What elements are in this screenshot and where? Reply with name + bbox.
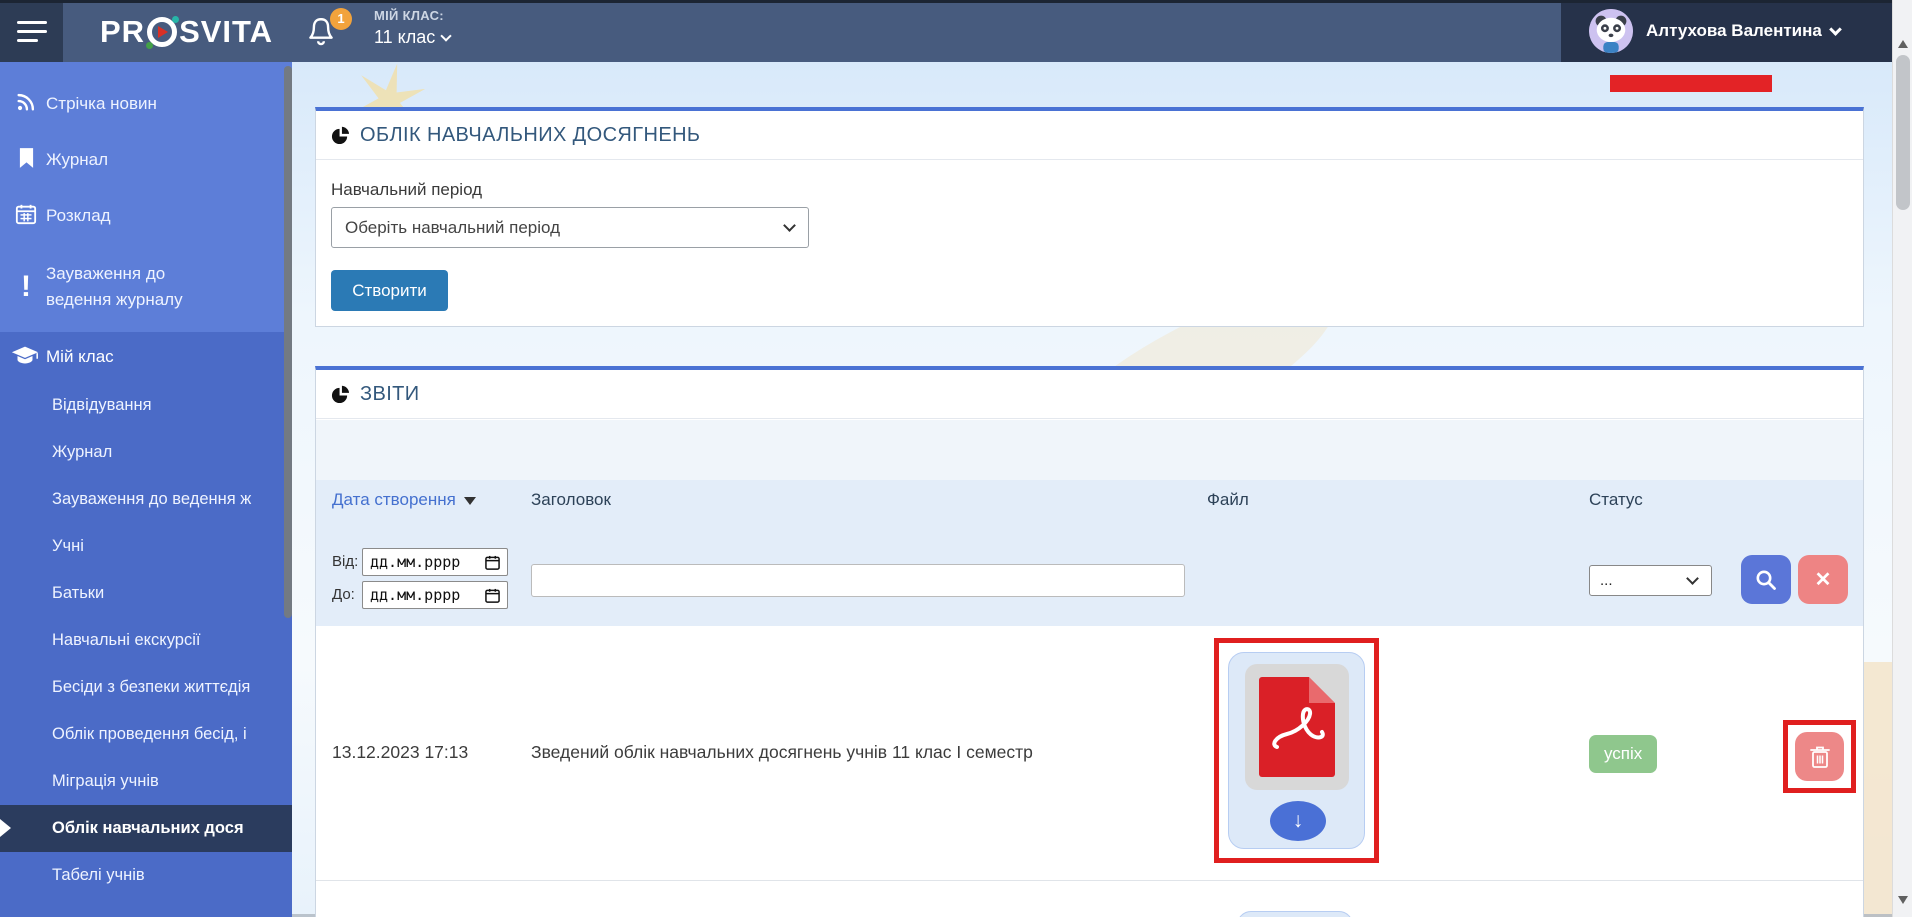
delete-button[interactable]	[1795, 732, 1844, 781]
sidebar-item-news-feed[interactable]: Стрічка новин	[0, 76, 292, 132]
sidebar-item-journal-remarks[interactable]: ! Зауваження до ведення журналу	[0, 244, 292, 330]
exclamation-icon: !	[13, 270, 39, 304]
table-header-area: Дата створення Заголовок Файл Статус Від…	[316, 480, 1863, 626]
chevron-down-icon	[1686, 572, 1699, 585]
sidebar-scrollbar[interactable]	[284, 62, 292, 917]
download-arrow-icon: ↓	[1293, 809, 1304, 833]
status-badge: успіх	[1589, 735, 1657, 773]
background-red-banner-decoration	[1610, 75, 1772, 92]
column-header-file: Файл	[1207, 490, 1249, 510]
status-filter-select[interactable]: ...	[1589, 565, 1712, 596]
table-row-partial	[316, 882, 1863, 917]
pie-chart-icon	[331, 385, 350, 404]
column-header-date-sort[interactable]: Дата створення	[332, 490, 476, 510]
notification-badge: 1	[330, 8, 352, 30]
card-title: ОБЛІК НАВЧАЛЬНИХ ДОСЯГНЕНЬ	[360, 124, 700, 147]
sidebar-item-attendance[interactable]: Відвідування	[0, 382, 292, 429]
column-header-status: Статус	[1589, 490, 1643, 510]
period-select-value: Оберіть навчальний період	[345, 218, 560, 238]
calendar-icon[interactable]	[485, 555, 500, 570]
date-from-input[interactable]: дд.мм.рррр	[362, 548, 508, 576]
window-top-edge	[0, 0, 1912, 3]
main-content: ✶ ОБЛІК НАВЧАЛЬНИХ ДОСЯГНЕНЬ Навчальний …	[292, 62, 1892, 917]
chevron-down-icon	[783, 219, 796, 232]
delete-annotation-box	[1783, 720, 1856, 793]
row-title: Зведений облік навчальних досягнень учні…	[531, 742, 1033, 763]
sidebar-item-talks-record[interactable]: Облік проведення бесід, і	[0, 711, 292, 758]
column-header-title: Заголовок	[531, 490, 611, 510]
app-logo[interactable]: PR SVITA	[100, 14, 273, 50]
user-name: Алтухова Валентина	[1646, 21, 1840, 41]
table-row: 13.12.2023 17:13 Зведений облік навчальн…	[316, 626, 1863, 881]
pie-chart-icon	[331, 126, 350, 145]
period-select[interactable]: Оберіть навчальний період	[331, 207, 809, 248]
notifications-button[interactable]: 1	[304, 14, 344, 54]
pdf-file-tile-partial[interactable]	[1237, 911, 1353, 917]
sidebar-item-parents[interactable]: Батьки	[0, 570, 292, 617]
sidebar-section-my-class: Мій клас Відвідування Журнал Зауваження …	[0, 332, 292, 917]
sidebar-item-my-class[interactable]: Мій клас	[0, 332, 292, 382]
sidebar-item-schedule[interactable]: Розклад	[0, 188, 292, 244]
date-from-label: Від:	[332, 553, 358, 570]
logo-text-pre: PR	[100, 14, 145, 50]
scrollbar-thumb[interactable]	[1896, 55, 1910, 210]
row-date: 13.12.2023 17:13	[332, 742, 468, 763]
close-icon: ✕	[1815, 567, 1832, 592]
my-class-label: МІЙ КЛАС:	[374, 8, 450, 23]
sidebar-item-report-cards[interactable]: Табелі учнів	[0, 852, 292, 899]
trash-icon	[1809, 745, 1831, 769]
sort-desc-icon	[464, 497, 476, 505]
my-class-widget: МІЙ КЛАС: 11 клас	[374, 8, 450, 48]
achievements-card: ОБЛІК НАВЧАЛЬНИХ ДОСЯГНЕНЬ Навчальний пе…	[315, 107, 1864, 327]
panda-avatar-icon	[1589, 9, 1633, 53]
table-toolbar	[316, 420, 1863, 480]
title-filter-input[interactable]	[531, 564, 1185, 597]
hamburger-menu-button[interactable]	[0, 0, 63, 62]
background-cream-decoration	[1860, 662, 1892, 917]
rss-icon	[13, 91, 39, 118]
my-class-dropdown[interactable]: 11 клас	[374, 27, 450, 48]
scroll-down-arrow-icon[interactable]	[1898, 896, 1908, 904]
period-field-label: Навчальний період	[331, 180, 482, 200]
search-button[interactable]	[1741, 555, 1791, 604]
logo-play-icon	[147, 17, 177, 47]
bookmark-icon	[13, 147, 39, 174]
search-icon	[1754, 568, 1778, 592]
app-header: PR SVITA 1 МІЙ КЛАС: 11 клас	[0, 0, 1892, 62]
chevron-down-icon	[441, 30, 452, 41]
window-scrollbar[interactable]	[1892, 0, 1912, 917]
sidebar-nav: Стрічка новин Журнал Розклад ! Зауваженн…	[0, 62, 292, 917]
pdf-thumbnail	[1245, 664, 1349, 790]
chevron-down-icon	[1829, 23, 1842, 36]
hamburger-icon	[17, 21, 47, 24]
pdf-file-icon	[1259, 677, 1335, 777]
clear-filters-button[interactable]: ✕	[1798, 555, 1848, 604]
graduation-cap-icon	[10, 344, 40, 371]
date-to-input[interactable]: дд.мм.рррр	[362, 581, 508, 609]
sidebar-item-excursions[interactable]: Навчальні екскурсії	[0, 617, 292, 664]
scroll-up-arrow-icon[interactable]	[1898, 40, 1908, 48]
avatar	[1589, 9, 1633, 53]
download-button[interactable]: ↓	[1270, 801, 1326, 841]
sidebar-item-students[interactable]: Учні	[0, 523, 292, 570]
sidebar-item-achievements-record[interactable]: Облік навчальних дося	[0, 805, 292, 852]
sidebar-scrollbar-thumb[interactable]	[284, 66, 292, 618]
sidebar-item-student-migration[interactable]: Міграція учнів	[0, 758, 292, 805]
card-title: ЗВІТИ	[360, 383, 420, 406]
create-button[interactable]: Створити	[331, 270, 448, 311]
user-menu[interactable]: Алтухова Валентина	[1561, 0, 1892, 62]
file-annotation-box: ↓	[1214, 638, 1379, 863]
date-to-label: До:	[332, 586, 355, 603]
active-item-arrow-icon	[0, 819, 11, 837]
sidebar-item-class-remarks[interactable]: Зауваження до ведення ж	[0, 476, 292, 523]
logo-text-post: SVITA	[179, 14, 273, 50]
sidebar-item-journal[interactable]: Журнал	[0, 132, 292, 188]
calendar-icon	[13, 203, 39, 230]
sidebar-item-safety-talks[interactable]: Бесіди з безпеки життєдія	[0, 664, 292, 711]
calendar-icon[interactable]	[485, 588, 500, 603]
sidebar-item-class-journal[interactable]: Журнал	[0, 429, 292, 476]
pdf-file-tile[interactable]: ↓	[1228, 652, 1365, 849]
reports-card: ЗВІТИ Дата створення Заголовок Файл Стат…	[315, 366, 1864, 917]
